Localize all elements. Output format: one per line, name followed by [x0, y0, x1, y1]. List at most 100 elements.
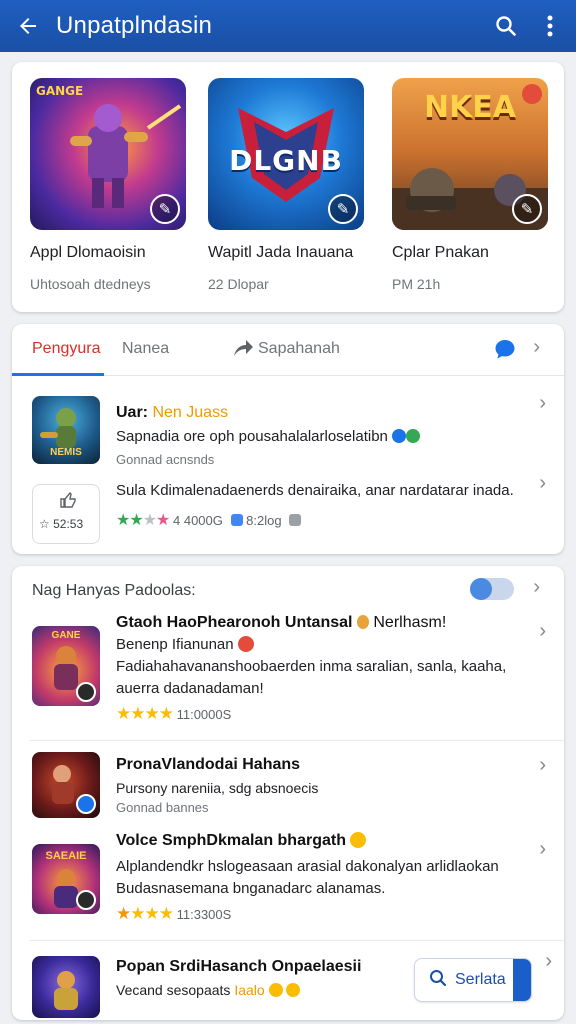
search-action-button[interactable]: Serlata: [414, 958, 532, 1002]
download-count: 11:3300S: [176, 907, 232, 922]
download-count: 11:0000S: [176, 707, 232, 722]
item-meta: ★★★★ 4 4000G 8:2log: [116, 510, 302, 530]
page-title: Unpatplndasin: [56, 12, 213, 39]
back-arrow-icon[interactable]: [0, 0, 56, 52]
download-count: 4 4000G: [173, 513, 223, 528]
featured-card: GANGE ✎ Appl Dlomaoisin Uhtosoah dtedney…: [12, 62, 564, 312]
tab-bar: Pengyura Nanea Sapahanah ›: [12, 324, 564, 376]
search-icon: [429, 969, 447, 992]
edit-icon: [76, 890, 96, 910]
item-title-main: Gtaoh HaoPhearonoh Untansal: [116, 614, 353, 631]
featured-app[interactable]: DLGNB ✎ Wapitl Jada Inauana 22 Dlopar: [208, 78, 368, 292]
app-meta: Uhtosoah dtedneys: [30, 276, 151, 292]
item-description-2: auerra dadanadaman!: [116, 680, 264, 697]
list-item[interactable]: PronaVlandodai Hahans Pursony nareniia, …: [12, 748, 564, 824]
app-meta: PM 21h: [392, 276, 441, 292]
item-title: Gtaoh HaoPhearonoh Untansal Nerlhasm!: [116, 614, 446, 632]
item-description: Sula Kdimalenadaenerds denairaika, anar …: [116, 482, 514, 499]
tab-nanea[interactable]: Nanea: [122, 340, 169, 358]
app-icon: [32, 752, 100, 818]
item-line: Sapnadia ore oph pousahalalarloselatibn: [116, 428, 421, 445]
emoji-icon: [286, 983, 301, 997]
rating-stars: ★★★★: [116, 512, 170, 529]
rating-stars: ★★★★: [116, 904, 174, 923]
list-item[interactable]: Popan SrdiHasanch Onpaelaesii Vecand ses…: [12, 948, 564, 1018]
pencil-icon[interactable]: ✎: [512, 194, 542, 224]
section-header: Nag Hanyas Padoolas:: [32, 582, 196, 599]
item-subtitle: Pursony nareniia, sdg absnoecis: [116, 780, 319, 796]
chevron-right-icon[interactable]: ›: [533, 336, 540, 359]
chevron-right-icon[interactable]: ›: [539, 838, 546, 861]
item-title: Volce SmphDkmalan bhargath: [116, 832, 367, 850]
app-icon: SAEAIE: [32, 844, 100, 914]
storage-icon: [230, 514, 243, 526]
chevron-right-icon[interactable]: ›: [539, 392, 546, 415]
app-name: Appl Dlomaoisin: [30, 244, 146, 261]
search-icon[interactable]: [484, 0, 528, 52]
pencil-icon[interactable]: ✎: [328, 194, 358, 224]
thumb-up-icon: [59, 491, 77, 514]
item-title-main: Volce SmphDkmalan bhargath: [116, 832, 346, 849]
item-title-prefix: Uar:: [116, 404, 149, 421]
app-bar: Unpatplndasin: [0, 0, 576, 52]
item-title: Popan SrdiHasanch Onpaelaesii: [116, 958, 362, 975]
app-name: Wapitl Jada Inauana: [208, 244, 354, 261]
tab-sapahanah[interactable]: Sapahanah: [258, 340, 340, 358]
item-meta: ★★★★ 11:0000S: [116, 704, 231, 724]
chat-bubble-icon[interactable]: [494, 338, 516, 365]
rating-value: 52:53: [53, 517, 84, 531]
chevron-right-icon[interactable]: ›: [539, 620, 546, 643]
chevron-right-icon[interactable]: ›: [533, 576, 540, 599]
tab-underline: [12, 373, 104, 376]
divider: [30, 940, 564, 941]
app-icon: NEMIS: [32, 396, 100, 464]
check-icon: [76, 794, 96, 814]
tab-pengyura[interactable]: Pengyura: [32, 340, 101, 358]
list-item[interactable]: ☆ 52:53 Sula Kdimalenadaenerds denairaik…: [12, 472, 564, 548]
item-description: Fadiahahavananshoobaerden inma saralian,…: [116, 658, 507, 675]
button-accent: [513, 959, 531, 1001]
emoji-icon: [268, 983, 283, 997]
emoji-icon: [356, 615, 369, 629]
item-subtitle-highlight: Iaalo: [234, 982, 265, 998]
item-subtitle: Vecand sesopaats: [116, 982, 231, 998]
badge-icon: [522, 84, 542, 104]
app-thumbnail: GANGE ✎: [30, 78, 186, 230]
chevron-right-icon[interactable]: ›: [539, 754, 546, 777]
pencil-icon[interactable]: ✎: [150, 194, 180, 224]
item-meta: ★★★★ 11:3300S: [116, 904, 231, 924]
app-meta: 22 Dlopar: [208, 276, 269, 292]
edit-icon: [76, 682, 96, 702]
rating-tile-text: ☆ 52:53: [39, 517, 83, 531]
item-line: Benenp Ifianunan: [116, 636, 254, 653]
item-description-2: Budasnasemana bnganadarc alanamas.: [116, 880, 386, 897]
list-item[interactable]: GANE Gtaoh HaoPhearonoh Untansal Nerlhas…: [12, 614, 564, 740]
alert-icon: [237, 636, 254, 652]
item-subtitle: Benenp Ifianunan: [116, 636, 234, 653]
search-action-label: Serlata: [455, 971, 506, 988]
app-icon: GANE: [32, 626, 100, 706]
app-icon: [32, 956, 100, 1018]
thumbnail-logo-text: DLGNB: [229, 144, 343, 177]
item-title-highlight: Nen Juass: [152, 404, 229, 421]
star-outline-icon: ☆: [39, 517, 50, 531]
item-description: Sapnadia ore oph pousahalalarloselatibn: [116, 428, 388, 445]
badge-icon: [289, 514, 302, 526]
list-item[interactable]: SAEAIE Volce SmphDkmalan bhargath Alplan…: [12, 828, 564, 938]
verified-icon: [392, 429, 407, 443]
divider: [30, 740, 564, 741]
app-icon-label: NEMIS: [50, 447, 82, 458]
featured-app[interactable]: NKEA ✎ Cplar Pnakan PM 21h: [392, 78, 552, 292]
tabbed-list-card: Pengyura Nanea Sapahanah › NEMIS Uar: Ne…: [12, 324, 564, 554]
list-item[interactable]: NEMIS Uar: Nen Juass Sapnadia ore oph po…: [12, 392, 564, 472]
chevron-right-icon[interactable]: ›: [545, 950, 552, 973]
more-vert-icon[interactable]: [528, 0, 572, 52]
chevron-right-icon[interactable]: ›: [539, 472, 546, 495]
item-description: Alplandendkr hslogeasaan arasial dakonal…: [116, 858, 499, 875]
app-size: 8:2log: [246, 513, 282, 528]
featured-app[interactable]: GANGE ✎ Appl Dlomaoisin Uhtosoah dtedney…: [30, 78, 190, 292]
item-sub: Gonnad bannes: [116, 800, 209, 815]
toggle-switch[interactable]: [470, 578, 514, 600]
share-arrow-icon: [232, 338, 254, 363]
item-line: Vecand sesopaats Iaalo: [116, 982, 301, 998]
